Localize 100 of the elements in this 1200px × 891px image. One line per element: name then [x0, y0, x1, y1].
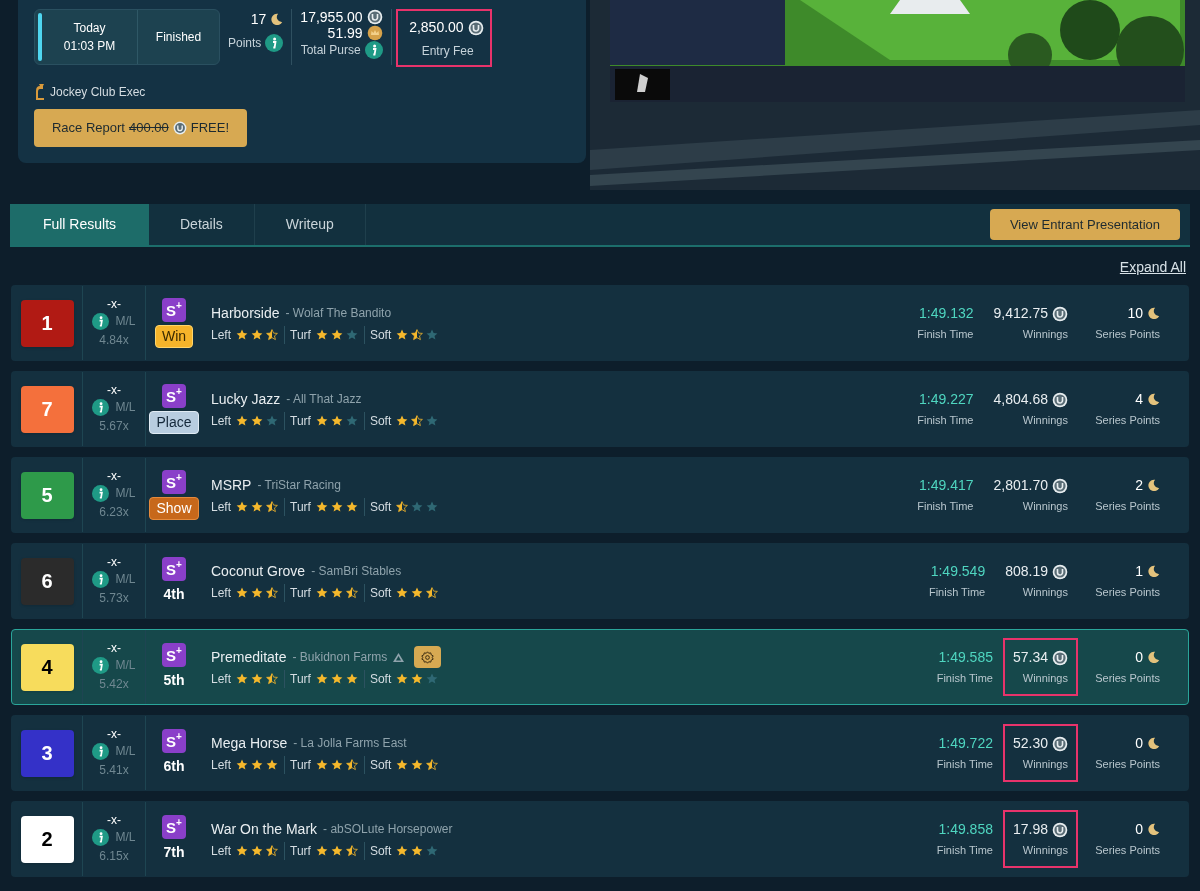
series-points-value: 0 — [1135, 648, 1143, 668]
star-icon — [396, 586, 409, 599]
star-icon — [315, 586, 328, 599]
rating-label: Turf — [290, 584, 311, 602]
result-row[interactable]: 6 -x- M/L 5.73x S$^{+}$ 4th Coconut Grove - SamBri Stables Left Turf Soft 1:49.549 Finish Time 808.19 Winnings 1 Series Points — [11, 543, 1189, 619]
star-icon — [251, 328, 263, 341]
rating-label: Left — [211, 756, 231, 774]
winnings-label: Winnings — [1022, 499, 1068, 515]
rating-label: Left — [211, 326, 231, 344]
rating-label: Turf — [290, 842, 311, 860]
result-row[interactable]: 4 -x- M/L 5.42x S$^{+}$ 5th Premeditate - Bukidnon Farms Left Turf Soft 1:49.585 Finish Time 57.34 Winnings 0 Series Points — [11, 629, 1189, 705]
star-icon — [396, 844, 409, 857]
placing-label: 7th — [162, 843, 186, 862]
half-star-icon — [345, 586, 358, 599]
finish-time-label: Finish Time — [936, 671, 993, 687]
winnings-value: 2,801.70 — [993, 476, 1048, 496]
post-number: 2 — [20, 815, 74, 863]
tab[interactable]: Writeup — [254, 204, 366, 245]
post-number: 6 — [20, 557, 74, 605]
horseshoe-coin-icon — [172, 121, 187, 135]
half-star-icon — [396, 500, 409, 513]
finish-time: 1:49.722 — [938, 734, 993, 754]
finish-time-label: Finish Time — [936, 757, 993, 773]
half-star-icon — [266, 844, 278, 857]
series-points-label: Series Points — [1095, 671, 1160, 687]
star-icon — [315, 500, 328, 513]
series-points-value: 0 — [1135, 734, 1143, 754]
race-report-button[interactable]: Race Report 400.00 FREE! — [34, 109, 247, 147]
rating-label: Left — [211, 412, 231, 430]
series-points-value: 2 — [1135, 476, 1143, 496]
moon-icon — [1147, 393, 1160, 407]
placing-label: Place — [149, 411, 199, 434]
grade-badge: S$^{+}$ — [162, 384, 186, 408]
star-icon — [315, 844, 328, 857]
empty-star-icon — [426, 673, 439, 685]
rating-label: Soft — [369, 584, 392, 602]
finish-time: 1:49.585 — [938, 648, 993, 668]
half-star-icon — [411, 328, 424, 341]
empty-star-icon — [345, 414, 358, 427]
morning-line-label: M/L — [115, 571, 136, 588]
odds-placeholder: -x- — [107, 296, 121, 312]
star-icon — [236, 673, 248, 685]
grade-badge: S$^{+}$ — [162, 557, 186, 581]
star-icon — [236, 328, 248, 341]
star-icon — [345, 500, 358, 513]
horse-name: Lucky Jazz — [211, 389, 281, 409]
morning-line-label: M/L — [115, 829, 136, 846]
star-icon — [315, 414, 328, 427]
morning-line-odds: 5.41x — [99, 762, 129, 779]
result-row[interactable]: 3 -x- M/L 5.41x S$^{+}$ 6th Mega Horse - La Jolla Farms East Left Turf Soft 1:49.722 Finish Time 52.30 Winnings 0 Series Points — [11, 715, 1189, 791]
star-icon — [330, 500, 343, 513]
finish-time: 1:49.417 — [919, 476, 974, 496]
settings-button[interactable] — [414, 646, 442, 668]
winnings-value: 52.30 — [1012, 734, 1048, 754]
rating-label: Soft — [369, 756, 392, 774]
tab[interactable]: Details — [149, 204, 255, 245]
rating-label: Turf — [290, 326, 311, 344]
purse-secondary-value: 51.99 — [327, 25, 363, 41]
moon-icon — [270, 13, 284, 26]
horseshoe-coin-icon — [1052, 391, 1068, 408]
owner-name: - TriStar Racing — [257, 477, 341, 494]
morning-line-label: M/L — [115, 743, 136, 760]
race-status: Finished — [155, 29, 202, 46]
empty-star-icon — [266, 414, 278, 427]
result-row[interactable]: 5 -x- M/L 6.23x S$^{+}$ Show MSRP - TriStar Racing Left Turf Soft 1:49.417 Finish Time 2,801.70 Winnings 2 Series Points — [11, 457, 1189, 533]
half-star-icon — [266, 586, 278, 599]
rating-label: Soft — [369, 671, 392, 688]
morning-line-label: M/L — [115, 313, 136, 330]
points-value: 17 — [250, 10, 267, 29]
expand-all-link[interactable]: Expand All — [1119, 257, 1186, 276]
purse-label: Total Purse — [300, 42, 361, 59]
winnings-value: 4,804.68 — [993, 390, 1048, 410]
empty-star-icon — [426, 328, 439, 341]
owner-name: - La Jolla Farms East — [293, 735, 407, 752]
half-star-icon — [266, 328, 278, 341]
result-row[interactable]: 1 -x- M/L 4.84x S$^{+}$ Win Harborside - Wolaf The Bandito Left Turf Soft 1:49.132 Finish Time 9,412.75 Winnings 10 Series Points — [11, 285, 1189, 361]
series-points-label: Series Points — [1095, 757, 1160, 773]
horseshoe-coin-icon — [1052, 563, 1068, 580]
rating-label: Turf — [290, 671, 311, 688]
moon-icon — [1147, 651, 1160, 665]
entry-fee-value: 2,850.00 — [409, 18, 464, 37]
result-row[interactable]: 7 -x- M/L 5.67x S$^{+}$ Place Lucky Jazz - All That Jazz Left Turf Soft 1:49.227 Finish Time 4,804.68 Winnings 4 Series Points — [11, 371, 1189, 447]
post-number: 5 — [20, 471, 74, 519]
grade-badge: S$^{+}$ — [162, 298, 186, 322]
tab[interactable]: Full Results — [10, 204, 149, 245]
morning-line-odds: 5.42x — [99, 676, 129, 693]
view-presentation-button[interactable]: View Entrant Presentation — [989, 209, 1180, 240]
morning-line-label: M/L — [115, 657, 136, 674]
star-icon — [251, 673, 263, 685]
grade-badge: S$^{+}$ — [162, 729, 186, 753]
star-icon — [330, 673, 343, 685]
moon-icon — [1147, 307, 1160, 321]
post-number: 4 — [20, 643, 74, 691]
star-icon — [266, 758, 278, 771]
series-points-value: 4 — [1135, 390, 1143, 410]
star-icon — [251, 758, 263, 771]
horse-name: Coconut Grove — [211, 561, 306, 581]
star-icon — [330, 414, 343, 427]
result-row[interactable]: 2 -x- M/L 6.15x S$^{+}$ 7th War On the Mark - abSOLute Horsepower Left Turf Soft 1:49.858 Finish Time 17.98 Winnings 0 Series Points — [11, 801, 1189, 877]
winnings-value: 57.34 — [1012, 648, 1048, 668]
